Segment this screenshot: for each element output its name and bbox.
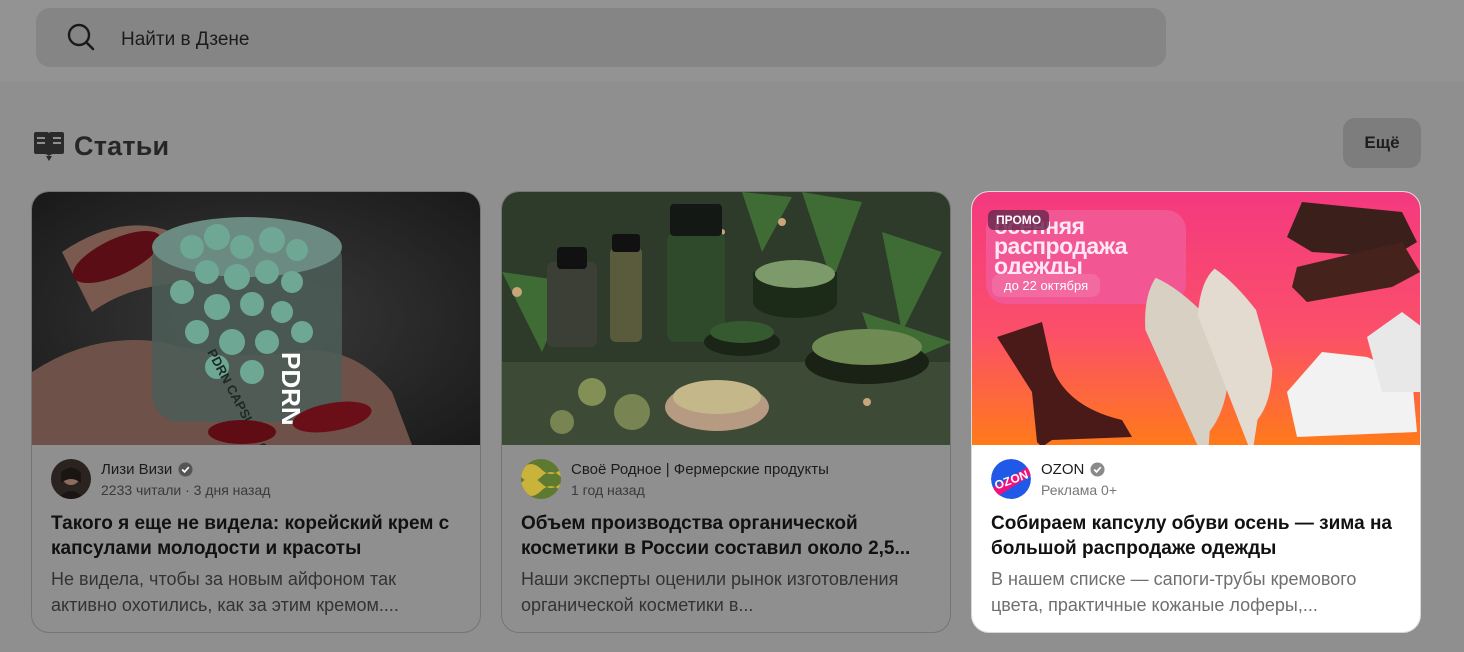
articles-icon <box>34 132 64 161</box>
verified-icon <box>1090 461 1105 477</box>
promo-image: осенняя распродажа одежды ПРОМО до 22 ок… <box>972 192 1420 445</box>
card-meta: Своё Родное | Фермерские продукты 1 год … <box>521 459 829 499</box>
promo-card[interactable]: осенняя распродажа одежды ПРОМО до 22 ок… <box>971 191 1421 633</box>
promo-badge: ПРОМО <box>988 210 1050 230</box>
article-snippet: В нашем списке — сапоги-трубы кремового … <box>991 569 1357 615</box>
article-card[interactable]: Своё Родное | Фермерские продукты 1 год … <box>501 191 951 633</box>
top-bar: Найти в Дзене <box>0 0 1464 82</box>
search-icon <box>67 23 95 51</box>
verified-icon <box>178 461 193 477</box>
section-title: Статьи <box>74 130 170 161</box>
search-bar[interactable]: Найти в Дзене <box>36 8 1166 67</box>
article-title[interactable]: Такого я еще не видела: корейский крем с… <box>51 511 466 561</box>
article-image <box>502 192 950 445</box>
avatar[interactable] <box>51 459 91 499</box>
more-button[interactable]: Ещё <box>1343 118 1421 168</box>
card-meta: OZON OZON Реклама 0+ <box>991 459 1117 499</box>
card-meta: Лизи Визи 2233 читали · 3 дня назад <box>51 459 270 499</box>
ad-label: Реклама 0+ <box>1041 481 1118 498</box>
article-card[interactable]: PDRN CAPSULE CREAM PDRN Лизи Визи 2233 ч… <box>31 191 481 633</box>
section-header: Статьи <box>32 126 169 166</box>
promo-date: до 22 октября <box>992 274 1101 297</box>
article-title[interactable]: Собираем капсулу обуви осень — зима на б… <box>991 511 1406 561</box>
author-stats: 2233 читали · 3 дня назад <box>101 481 271 498</box>
author-name[interactable]: Своё Родное | Фермерские продукты <box>571 461 829 478</box>
article-image: PDRN CAPSULE CREAM PDRN <box>32 192 480 445</box>
avatar[interactable] <box>521 459 561 499</box>
author-name[interactable]: Лизи Визи <box>101 461 172 478</box>
author-name[interactable]: OZON <box>1041 461 1084 478</box>
article-snippet: Не видела, чтобы за новым айфоном так ак… <box>51 569 399 615</box>
publish-time: 1 год назад <box>571 481 645 498</box>
article-title[interactable]: Объем производства органической косметик… <box>521 511 936 561</box>
article-snippet: Наши эксперты оценили рынок изготовления… <box>521 569 899 615</box>
search-input[interactable]: Найти в Дзене <box>121 29 250 51</box>
ozon-avatar[interactable]: OZON <box>991 459 1031 499</box>
